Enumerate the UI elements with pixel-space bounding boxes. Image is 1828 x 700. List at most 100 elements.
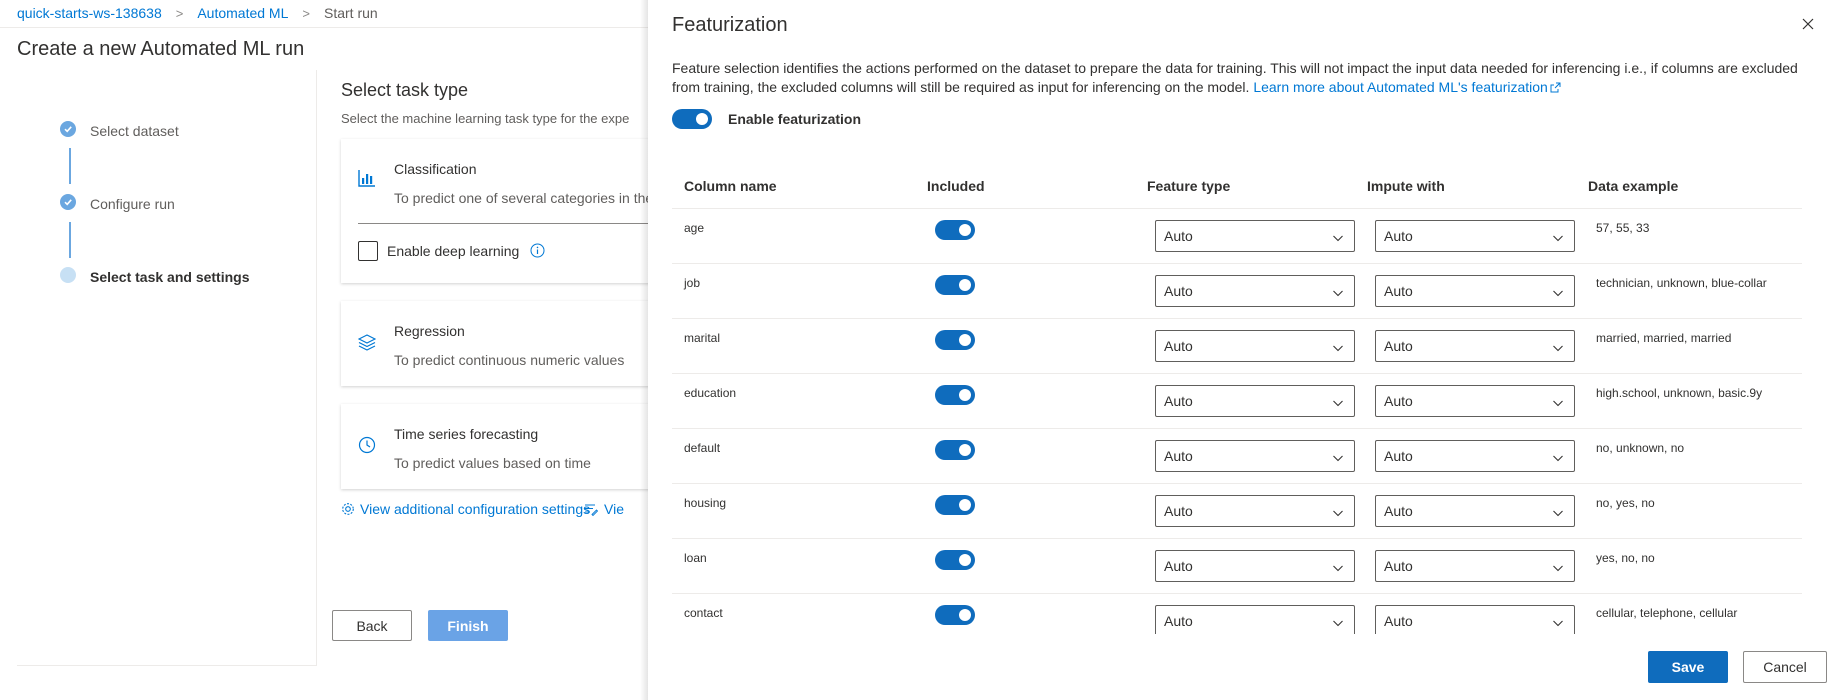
view-featurization-link[interactable]: Vie <box>584 501 624 517</box>
deep-learning-label: Enable deep learning <box>387 243 520 259</box>
feature-type-dropdown[interactable]: Auto <box>1155 605 1355 634</box>
header-impute-with: Impute with <box>1367 178 1445 194</box>
data-example-cell: no, unknown, no <box>1596 441 1685 455</box>
close-icon[interactable] <box>1800 16 1816 32</box>
deep-learning-checkbox[interactable] <box>358 241 378 261</box>
included-toggle[interactable] <box>935 385 975 405</box>
task-description: To predict one of several categories in … <box>394 190 654 206</box>
panel-title: Featurization <box>672 14 788 36</box>
header-included: Included <box>927 178 985 194</box>
table-row: loan Auto Auto yes, no, no <box>672 539 1802 594</box>
header-column-name: Column name <box>684 178 777 194</box>
finish-button[interactable]: Finish <box>428 610 508 641</box>
learn-more-label: Learn more about Automated ML's featuriz… <box>1253 79 1548 95</box>
impute-with-dropdown[interactable]: Auto <box>1375 495 1575 527</box>
data-example-cell: 57, 55, 33 <box>1596 221 1650 235</box>
chevron-down-icon <box>1552 561 1564 573</box>
dropdown-value: Auto <box>1384 558 1413 574</box>
data-example-cell: yes, no, no <box>1596 551 1655 565</box>
impute-with-dropdown[interactable]: Auto <box>1375 550 1575 582</box>
feature-type-dropdown[interactable]: Auto <box>1155 550 1355 582</box>
data-example-cell: no, yes, no <box>1596 496 1655 510</box>
column-name-cell: education <box>684 386 737 400</box>
toggle-knob <box>959 334 971 346</box>
info-icon[interactable] <box>530 243 545 261</box>
feature-type-dropdown[interactable]: Auto <box>1155 385 1355 417</box>
dropdown-value: Auto <box>1384 283 1413 299</box>
learn-more-link[interactable]: Learn more about Automated ML's featuriz… <box>1253 79 1561 95</box>
impute-with-dropdown[interactable]: Auto <box>1375 605 1575 634</box>
column-name-cell: job <box>684 276 701 290</box>
step-select-dataset[interactable]: Select dataset <box>60 121 179 139</box>
step-label: Configure run <box>90 196 175 212</box>
included-toggle[interactable] <box>935 220 975 240</box>
feature-type-dropdown[interactable]: Auto <box>1155 220 1355 252</box>
header-feature-type: Feature type <box>1147 178 1231 194</box>
included-toggle[interactable] <box>935 550 975 570</box>
task-description: To predict values based on time <box>394 455 591 471</box>
toggle-knob <box>959 389 971 401</box>
included-toggle[interactable] <box>935 275 975 295</box>
impute-with-dropdown[interactable]: Auto <box>1375 330 1575 362</box>
chevron-down-icon <box>1552 506 1564 518</box>
impute-with-dropdown[interactable]: Auto <box>1375 220 1575 252</box>
section-description: Select the machine learning task type fo… <box>341 111 630 126</box>
dropdown-value: Auto <box>1164 283 1193 299</box>
feature-type-dropdown[interactable]: Auto <box>1155 440 1355 472</box>
header-data-example: Data example <box>1588 178 1679 194</box>
chevron-down-icon <box>1552 341 1564 353</box>
enable-featurization-toggle[interactable] <box>672 109 712 129</box>
save-button[interactable]: Save <box>1648 651 1728 683</box>
section-title: Select task type <box>341 80 469 100</box>
toggle-knob <box>959 499 971 511</box>
impute-with-dropdown[interactable]: Auto <box>1375 440 1575 472</box>
cancel-button[interactable]: Cancel <box>1743 651 1827 683</box>
included-toggle[interactable] <box>935 440 975 460</box>
feature-type-dropdown[interactable]: Auto <box>1155 330 1355 362</box>
feature-type-dropdown[interactable]: Auto <box>1155 275 1355 307</box>
step-configure-run[interactable]: Configure run <box>60 194 175 212</box>
included-toggle[interactable] <box>935 495 975 515</box>
panel-description: Feature selection identifies the actions… <box>672 59 1812 98</box>
included-toggle[interactable] <box>935 605 975 625</box>
dropdown-value: Auto <box>1164 228 1193 244</box>
step-select-task[interactable]: Select task and settings <box>60 267 250 285</box>
chevron-down-icon <box>1552 231 1564 243</box>
step-connector <box>69 222 71 258</box>
breadcrumb-workspace-link[interactable]: quick-starts-ws-138638 <box>17 5 162 21</box>
description-text: Feature selection identifies the actions… <box>672 60 1798 95</box>
dropdown-value: Auto <box>1164 613 1193 629</box>
task-card-regression[interactable]: Regression To predict continuous numeric… <box>341 301 671 386</box>
page-title: Create a new Automated ML run <box>17 38 305 60</box>
impute-with-dropdown[interactable]: Auto <box>1375 275 1575 307</box>
checkmark-icon <box>60 121 76 137</box>
bar-chart-icon <box>358 169 376 190</box>
breadcrumb-current: Start run <box>323 5 378 21</box>
chevron-down-icon <box>1332 341 1344 353</box>
dropdown-value: Auto <box>1384 448 1413 464</box>
feature-type-dropdown[interactable]: Auto <box>1155 495 1355 527</box>
featurization-table: age Auto Auto 57, 55, 33 job Auto Auto t… <box>672 209 1802 634</box>
link-label: Vie <box>604 501 624 517</box>
view-additional-config-link[interactable]: View additional configuration settings <box>341 501 590 517</box>
chevron-down-icon <box>1552 396 1564 408</box>
steps-bottom-divider <box>17 665 317 666</box>
dropdown-value: Auto <box>1164 503 1193 519</box>
task-card-classification[interactable]: Classification To predict one of several… <box>341 139 671 283</box>
impute-with-dropdown[interactable]: Auto <box>1375 385 1575 417</box>
table-row: education Auto Auto high.school, unknown… <box>672 374 1802 429</box>
toggle-knob <box>959 554 971 566</box>
dropdown-value: Auto <box>1384 503 1413 519</box>
task-card-time-series[interactable]: Time series forecasting To predict value… <box>341 404 671 489</box>
included-toggle[interactable] <box>935 330 975 350</box>
breadcrumb-automated-ml-link[interactable]: Automated ML <box>197 5 288 21</box>
breadcrumb-separator: > <box>175 5 184 21</box>
dropdown-value: Auto <box>1384 613 1413 629</box>
layers-icon <box>357 333 377 354</box>
back-button[interactable]: Back <box>332 610 412 641</box>
column-name-cell: housing <box>684 496 727 510</box>
breadcrumb-separator: > <box>302 5 310 21</box>
column-name-cell: contact <box>684 606 723 620</box>
table-row: housing Auto Auto no, yes, no <box>672 484 1802 539</box>
table-row: default Auto Auto no, unknown, no <box>672 429 1802 484</box>
